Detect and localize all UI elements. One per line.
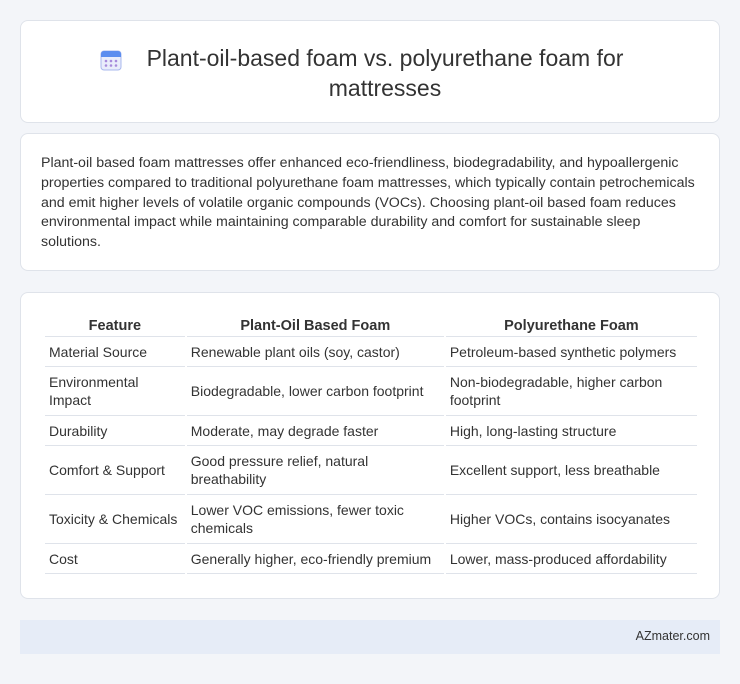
polyurethane-cell: Non-biodegradable, higher carbon footpri… [445, 367, 697, 416]
feature-cell: Cost [45, 544, 185, 574]
title-card: Plant-oil-based foam vs. polyurethane fo… [20, 20, 720, 123]
page-title: Plant-oil-based foam vs. polyurethane fo… [146, 45, 624, 101]
summary-card: Plant-oil based foam mattresses offer en… [20, 133, 720, 271]
comparison-table: Feature Plant-Oil Based Foam Polyurethan… [43, 315, 699, 574]
header-plant-oil-foam: Plant-Oil Based Foam [186, 315, 444, 337]
plant-oil-cell: Generally higher, eco-friendly premium [186, 544, 444, 574]
feature-cell: Environmental Impact [45, 367, 185, 416]
feature-cell: Toxicity & Chemicals [45, 495, 185, 544]
table-row: Material Source Renewable plant oils (so… [45, 337, 697, 367]
plant-oil-cell: Biodegradable, lower carbon footprint [186, 367, 444, 416]
feature-cell: Comfort & Support [45, 446, 185, 495]
summary-text: Plant-oil based foam mattresses offer en… [41, 155, 695, 251]
plant-oil-cell: Moderate, may degrade faster [186, 416, 444, 446]
header-feature: Feature [45, 315, 185, 337]
footer-bar: AZmater.com [20, 620, 720, 654]
feature-cell: Material Source [45, 337, 185, 367]
comparison-table-card: Feature Plant-Oil Based Foam Polyurethan… [20, 292, 720, 599]
polyurethane-cell: High, long-lasting structure [445, 416, 697, 446]
table-row: Cost Generally higher, eco-friendly prem… [45, 544, 697, 574]
polyurethane-cell: Excellent support, less breathable [445, 446, 697, 495]
table-header-row: Feature Plant-Oil Based Foam Polyurethan… [45, 315, 697, 337]
footer-brand[interactable]: AZmater.com [636, 629, 710, 643]
polyurethane-cell: Lower, mass-produced affordability [445, 544, 697, 574]
feature-cell: Durability [45, 416, 185, 446]
header-polyurethane-foam: Polyurethane Foam [445, 315, 697, 337]
table-row: Toxicity & Chemicals Lower VOC emissions… [45, 495, 697, 544]
table-row: Comfort & Support Good pressure relief, … [45, 446, 697, 495]
plant-oil-cell: Renewable plant oils (soy, castor) [186, 337, 444, 367]
plant-oil-cell: Good pressure relief, natural breathabil… [186, 446, 444, 495]
table-row: Durability Moderate, may degrade faster … [45, 416, 697, 446]
polyurethane-cell: Petroleum-based synthetic polymers [445, 337, 697, 367]
table-row: Environmental Impact Biodegradable, lowe… [45, 367, 697, 416]
polyurethane-cell: Higher VOCs, contains isocyanates [445, 495, 697, 544]
plant-oil-cell: Lower VOC emissions, fewer toxic chemica… [186, 495, 444, 544]
